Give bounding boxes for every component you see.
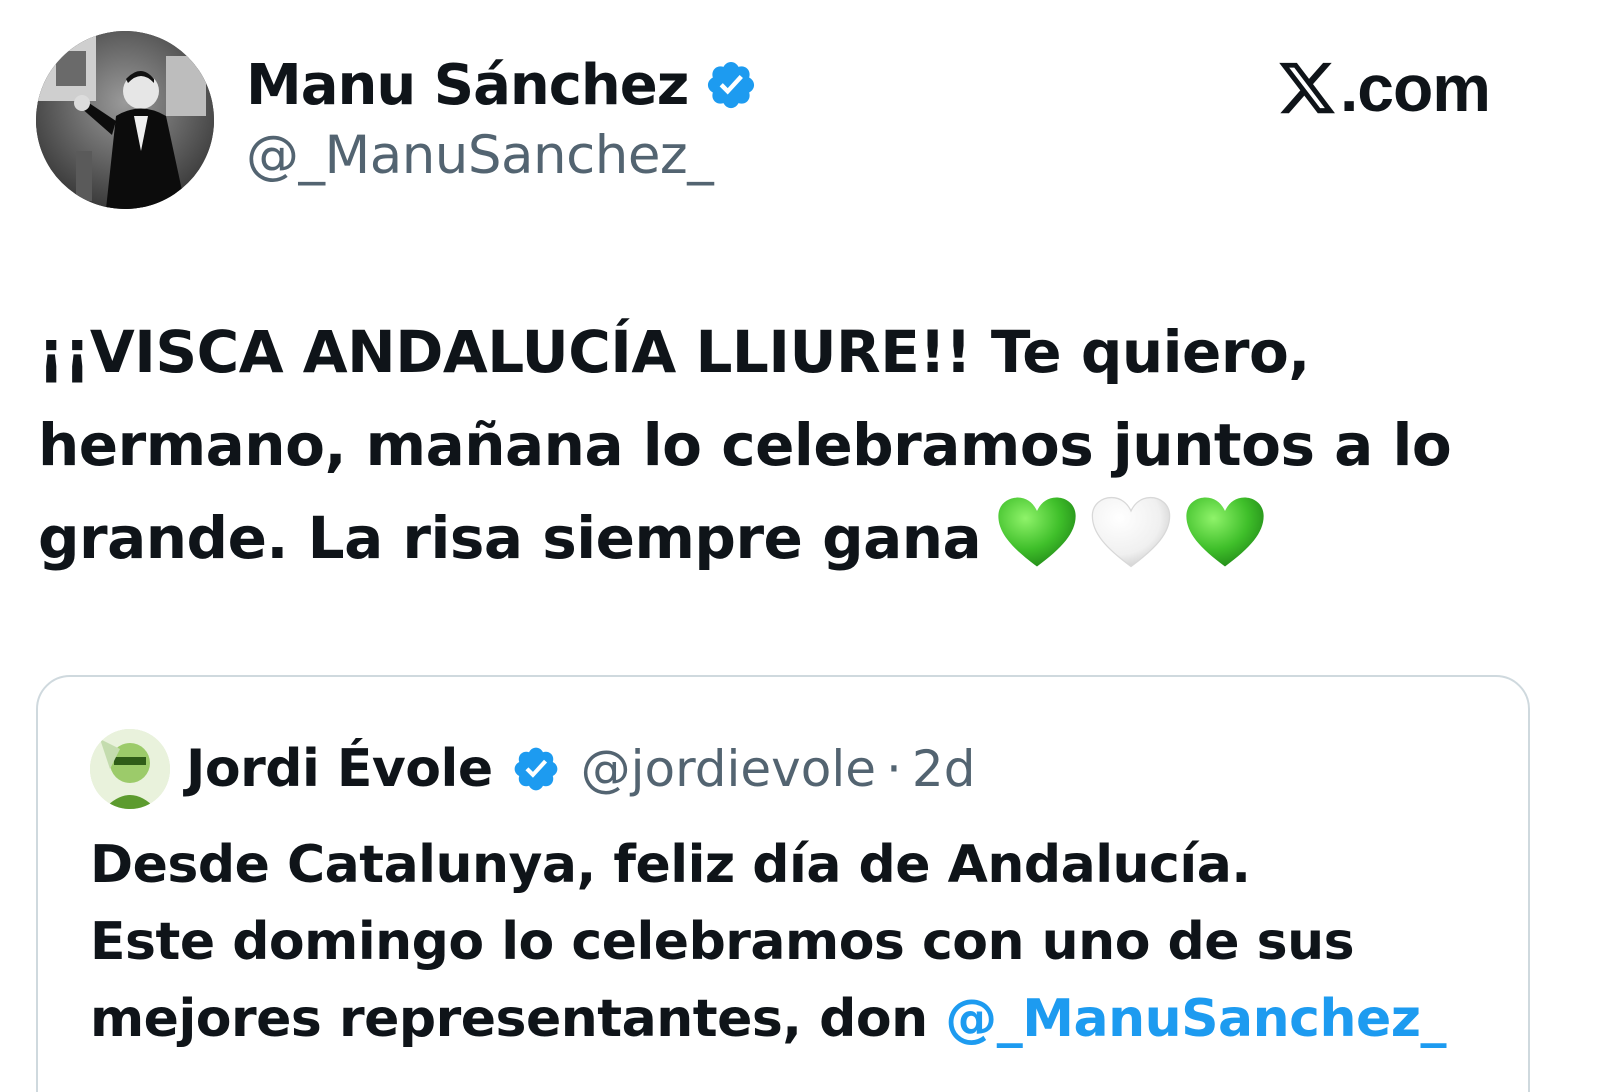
green-heart-icon xyxy=(1186,497,1264,567)
x-logo-icon xyxy=(1279,62,1335,114)
tweet-text: ¡¡VISCA ANDALUCÍA LLIURE!! Te quiero, he… xyxy=(38,306,1518,585)
quoted-line-2: Este domingo lo celebramos con uno de su… xyxy=(90,912,1355,972)
author-handle[interactable]: @_ManuSanchez_ xyxy=(246,125,714,186)
verified-badge-icon xyxy=(514,747,557,791)
green-heart-icon xyxy=(998,497,1076,567)
author-name-row: Manu Sánchez xyxy=(246,50,758,120)
author-avatar[interactable] xyxy=(36,31,214,209)
mention-link[interactable]: @_ManuSanchez_ xyxy=(945,989,1446,1049)
quoted-tweet-timestamp[interactable]: 2d xyxy=(912,740,976,798)
source-label: .com xyxy=(1276,50,1491,126)
tweet-screenshot: Manu Sánchez @_ManuSanchez_ .com ¡¡VISCA… xyxy=(0,0,1600,1092)
quoted-avatar-photo xyxy=(90,729,170,809)
white-heart-icon xyxy=(1091,496,1171,568)
quoted-tweet-card[interactable]: Jordi Évole @jordievole · 2d Desde Catal… xyxy=(36,675,1530,1092)
quoted-author-avatar[interactable] xyxy=(90,729,170,809)
source-domain-text: .com xyxy=(1339,51,1491,125)
separator-dot: · xyxy=(886,740,902,798)
verified-badge-icon xyxy=(708,61,755,109)
emoji-group xyxy=(995,494,1267,570)
avatar-photo xyxy=(36,31,214,209)
author-name[interactable]: Manu Sánchez xyxy=(246,53,689,118)
quoted-line-3: mejores representantes, don @_ManuSanche… xyxy=(90,981,1510,1058)
quoted-author-name[interactable]: Jordi Évole xyxy=(186,739,493,799)
quoted-author-handle[interactable]: @jordievole xyxy=(581,740,876,798)
quoted-line-3-text: mejores representantes, don xyxy=(90,989,946,1049)
quoted-line-1: Desde Catalunya, feliz día de Andalucía. xyxy=(90,835,1251,895)
quoted-tweet-text: Desde Catalunya, feliz día de Andalucía.… xyxy=(90,827,1510,1058)
quoted-tweet-header: Jordi Évole @jordievole · 2d xyxy=(90,729,975,809)
